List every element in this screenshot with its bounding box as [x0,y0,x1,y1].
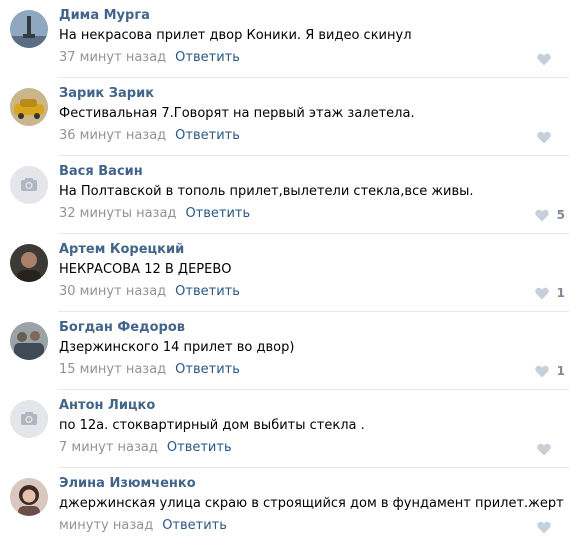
like-count: 5 [556,208,565,222]
comment-author[interactable]: Дима Мурга [59,8,150,23]
like-count: 1 [556,286,565,300]
like-button[interactable] [537,519,565,535]
heart-icon [534,209,549,221]
camera-icon [10,166,48,204]
comment-item: Богдан Федоров Дзержинского 14 прилет во… [0,312,569,390]
like-button[interactable] [537,441,565,457]
comment-item: Вася Васин На Полтавской в тополь прилет… [0,156,569,234]
comment-meta: 15 минут назад Ответить [59,362,240,377]
comment-meta: 30 минут назад Ответить [59,284,240,299]
comment-time[interactable]: минуту назад [59,518,153,533]
like-button[interactable] [537,51,565,67]
like-button[interactable]: 1 [534,285,565,301]
camera-icon [10,400,48,438]
comment-time[interactable]: 30 минут назад [59,284,166,299]
comment-author[interactable]: Антон Лицко [59,398,155,413]
heart-icon [534,287,549,299]
reply-button[interactable]: Ответить [162,518,227,533]
like-button[interactable]: 5 [534,207,565,223]
comment-time[interactable]: 15 минут назад [59,362,166,377]
reply-button[interactable]: Ответить [185,206,250,221]
avatar-photo-people-icon [10,322,48,360]
avatar-photo-woman-icon [10,478,48,516]
comment-meta: минуту назад Ответить [59,518,227,533]
avatar-photo-monument-icon [10,10,48,48]
comment-text: Фестивальная 7.Говорят на первый этаж за… [59,106,415,121]
comment-meta: 7 минут назад Ответить [59,440,232,455]
comment-time[interactable]: 36 минут назад [59,128,166,143]
comment-text: На Полтавской в тополь прилет,вылетели с… [59,184,474,199]
comment-item: Антон Лицко по 12а. стоквартирный дом вы… [0,390,569,468]
comment-meta: 37 минут назад Ответить [59,50,240,65]
reply-button[interactable]: Ответить [175,362,240,377]
avatar[interactable] [10,478,48,516]
reply-button[interactable]: Ответить [175,50,240,65]
comment-text: джержинская улица скраю в строящийся дом… [59,496,569,511]
comment-meta: 36 минут назад Ответить [59,128,240,143]
like-count: 1 [556,364,565,378]
comment-item: Зарик Зарик Фестивальная 7.Говорят на пе… [0,78,569,156]
reply-button[interactable]: Ответить [175,128,240,143]
comment-meta: 32 минуты назад Ответить [59,206,250,221]
heart-icon [537,53,551,65]
comment-time[interactable]: 32 минуты назад [59,206,176,221]
comment-text: НЕКРАСОВА 12 В ДЕРЕВО [59,262,232,277]
like-button[interactable]: 1 [534,363,565,379]
avatar[interactable] [10,400,48,438]
comment-text: по 12а. стоквартирный дом выбиты стекла … [59,418,365,433]
comment-author[interactable]: Артем Корецкий [59,242,184,257]
heart-icon [537,131,551,143]
avatar[interactable] [10,10,48,48]
heart-icon [537,443,551,455]
comment-text: Дзержинского 14 прилет во двор) [59,340,295,355]
comment-author[interactable]: Элина Изюмченко [59,476,196,491]
comment-time[interactable]: 37 минут назад [59,50,166,65]
comment-time[interactable]: 7 минут назад [59,440,158,455]
reply-button[interactable]: Ответить [175,284,240,299]
reply-button[interactable]: Ответить [167,440,232,455]
comment-item: Дима Мурга На некрасова прилет двор Кони… [0,0,569,78]
comment-text: На некрасова прилет двор Коники. Я видео… [59,28,412,43]
avatar[interactable] [10,322,48,360]
heart-icon [534,365,549,377]
avatar[interactable] [10,166,48,204]
avatar[interactable] [10,244,48,282]
comment-item: Элина Изюмченко джержинская улица скраю … [0,468,569,546]
comment-author[interactable]: Зарик Зарик [59,86,154,101]
heart-icon [537,521,551,533]
comment-author[interactable]: Вася Васин [59,164,143,179]
like-button[interactable] [537,129,565,145]
comment-item: Артем Корецкий НЕКРАСОВА 12 В ДЕРЕВО 30 … [0,234,569,312]
avatar-photo-person-icon [10,244,48,282]
avatar[interactable] [10,88,48,126]
avatar-photo-car-icon [10,88,48,126]
comments-list: Дима Мурга На некрасова прилет двор Кони… [0,0,569,542]
comment-author[interactable]: Богдан Федоров [59,320,185,335]
